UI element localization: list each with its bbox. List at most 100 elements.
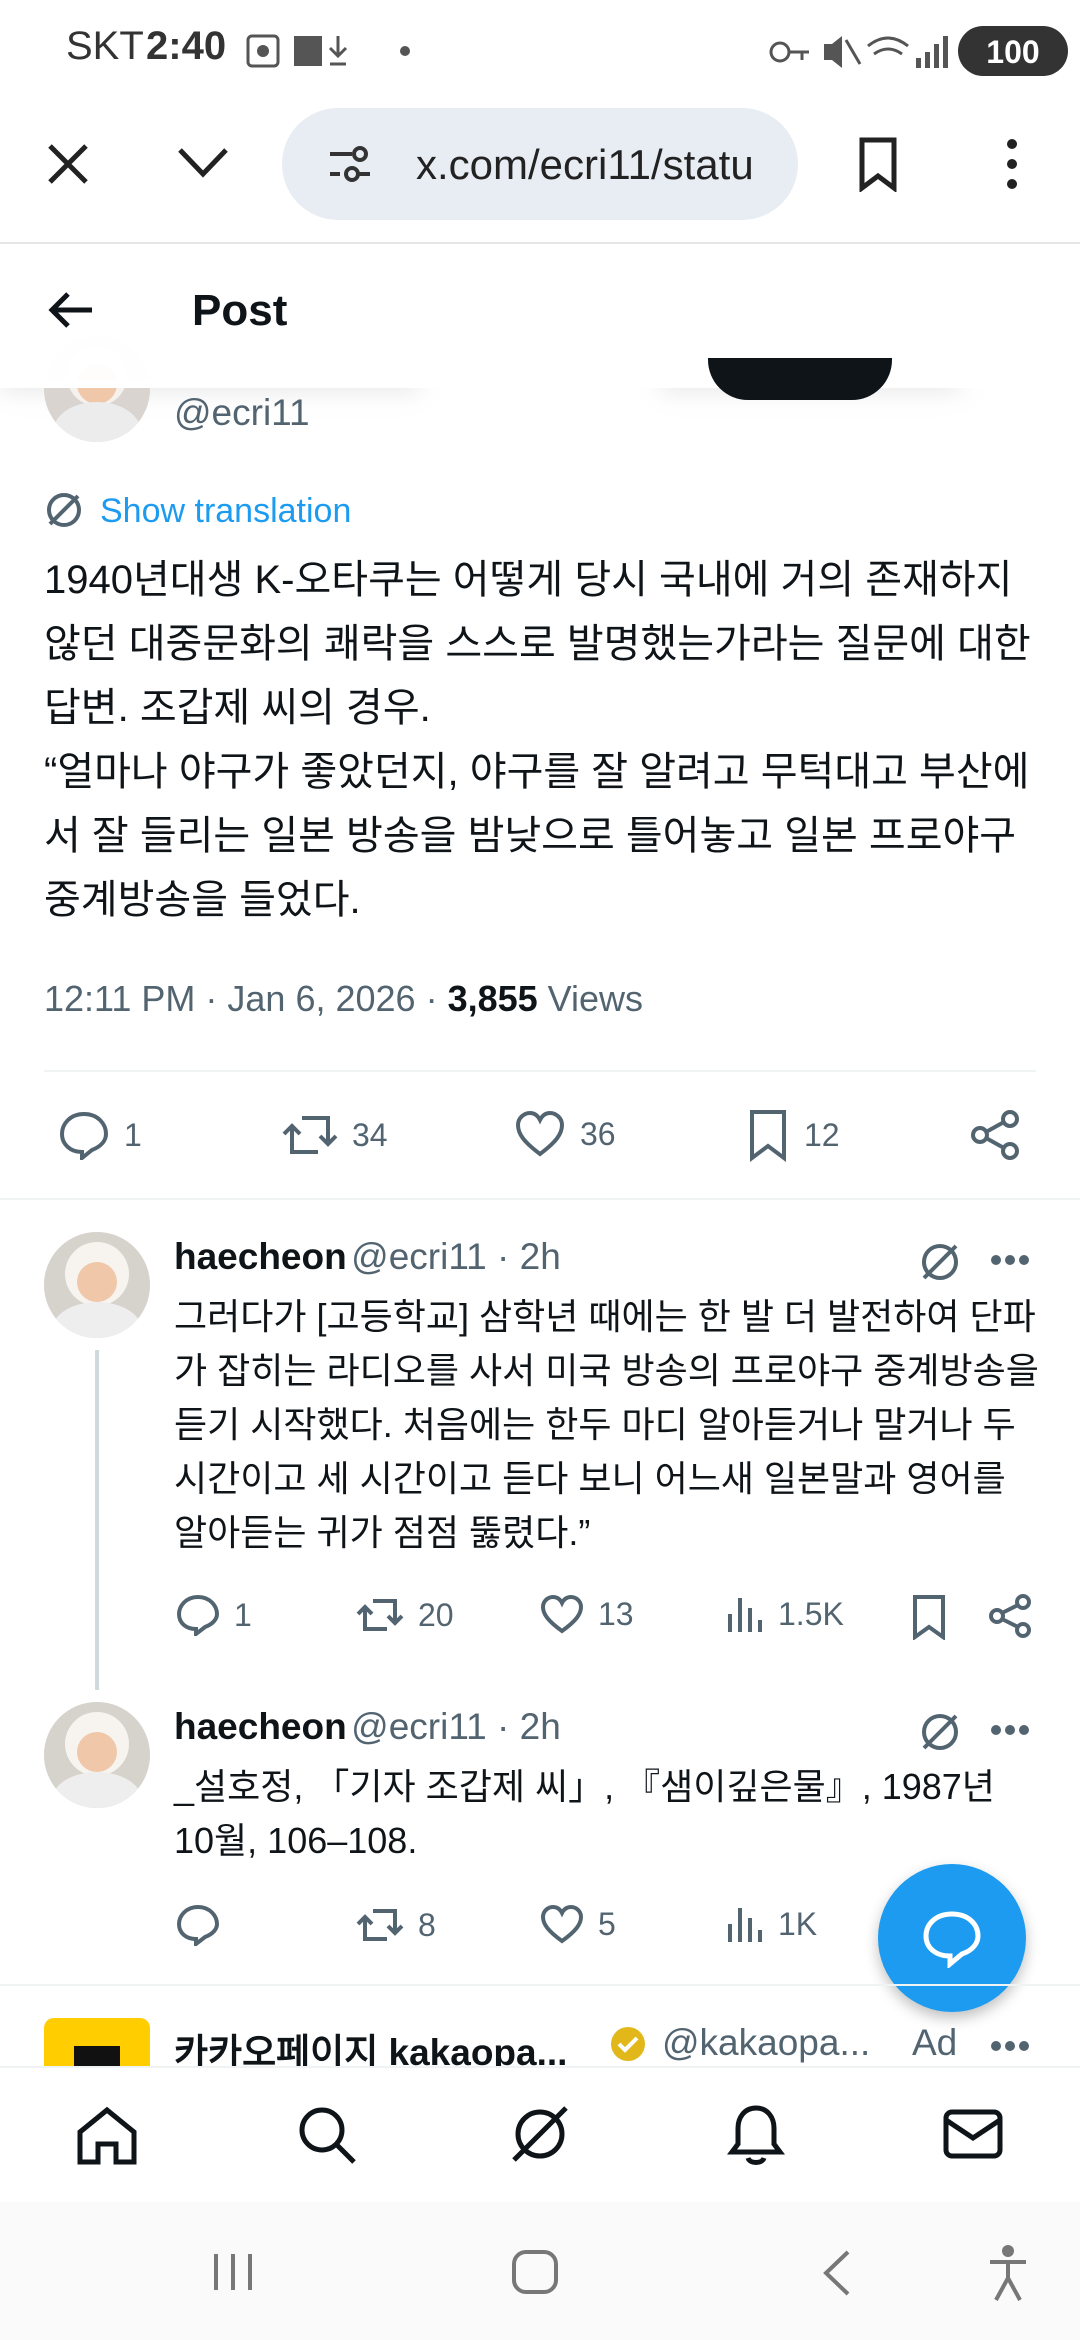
author-handle[interactable]: @ecri11 [174,392,310,434]
reply-author-handle[interactable]: @ecri11 · 2h [351,1236,561,1277]
ad-label: Ad [912,2022,958,2063]
heart-icon [515,1110,565,1157]
views-button[interactable]: 1.5K [726,1594,844,1634]
accessibility-icon[interactable] [986,2244,1030,2302]
analytics-icon [728,1908,762,1942]
avatar-image [44,1702,150,1808]
header-mask [0,380,1080,388]
home-system-icon[interactable] [510,2248,560,2296]
repost-icon [356,1599,404,1631]
reply-author-handle[interactable]: @ecri11 · 2h [351,1706,561,1747]
share-icon[interactable] [970,1110,1020,1160]
system-status-icons [769,36,948,68]
browser-toolbar: x.com/ecri11/statu [0,100,1080,244]
grok-icon[interactable] [508,2102,572,2166]
repost-icon [282,1116,338,1154]
post-text: 1940년대생 K-오타쿠는 어떻게 당시 국내에 거의 존재하지 않던 대중문… [44,558,1031,922]
recent-apps-icon[interactable] [210,2250,256,2294]
reply-button[interactable]: 1 [58,1110,142,1160]
heart-icon [540,1594,584,1634]
system-navigation-bar [0,2202,1080,2340]
repost-button[interactable]: 34 [282,1110,388,1160]
back-arrow-icon[interactable] [46,288,96,332]
like-button[interactable]: 5 [540,1904,616,1944]
verified-badge-icon [611,2027,645,2061]
reply-count: 1 [124,1116,142,1153]
more-icon[interactable] [990,2040,1030,2052]
home-icon[interactable] [76,2106,138,2166]
close-icon[interactable] [44,140,92,188]
address-bar[interactable]: x.com/ecri11/statu [282,108,798,220]
reply-text: 그러다가 [고등학교] 삼학년 때에는 한 발 더 발전하여 단파가 잡히는 라… [174,1296,1039,1553]
clock: 2:40 [146,24,227,68]
like-button[interactable]: 36 [514,1110,616,1158]
reply-icon [176,1594,220,1636]
views-count: 1K [778,1905,818,1942]
carrier: SKT [66,24,144,68]
grok-icon[interactable] [918,1240,962,1284]
reply-header: haecheon @ecri11 · 2h [174,1706,561,1748]
bookmark-button[interactable]: 12 [746,1108,840,1162]
divider [44,1070,1036,1072]
repost-button[interactable]: 8 [356,1904,436,1946]
dot-icon [400,46,410,56]
follow-button[interactable] [708,358,892,400]
share-icon[interactable] [988,1594,1032,1638]
reply-author-name[interactable]: haecheon [174,1706,347,1747]
reply-author-name[interactable]: haecheon [174,1236,347,1277]
status-bar: SKT 2:40 100 [0,0,1080,100]
heart-icon [540,1904,584,1944]
more-icon[interactable] [990,1254,1030,1266]
grok-icon [47,493,81,527]
reply-count: 1 [234,1596,252,1633]
views-count: 3,855 [447,978,538,1019]
like-button[interactable]: 13 [540,1594,634,1634]
analytics-icon [728,1598,762,1632]
reply-text: _설호정, 「기자 조갑제 씨」, 『샘이깊은물』, 1987년 10월, 10… [174,1766,995,1861]
repost-count: 8 [418,1906,436,1943]
page-title: Post [192,286,288,335]
notifications-icon[interactable] [726,2102,786,2168]
post-meta: 12:11 PM · Jan 6, 2026 · 3,855 Views [44,978,643,1020]
reply-icon [176,1904,220,1946]
views-count: 1.5K [778,1595,844,1632]
ad-handle[interactable]: @kakaopa... [662,2022,870,2064]
avatar[interactable] [44,1232,150,1338]
repost-count: 20 [418,1596,454,1633]
post-timestamp: 12:11 PM · Jan 6, 2026 · [44,978,448,1019]
like-count: 5 [598,1905,616,1942]
notification-icons [246,34,348,68]
thread-line [95,1350,99,1690]
compose-reply-button[interactable] [878,1864,1026,2012]
reply-button[interactable]: 1 [176,1594,252,1636]
header-backdrop [0,244,1080,380]
avatar[interactable] [44,1702,150,1808]
like-count: 13 [598,1595,634,1632]
show-translation-link[interactable]: Show translation [100,492,351,531]
repost-button[interactable]: 20 [356,1594,454,1636]
divider [0,1984,1080,1986]
site-settings-icon[interactable] [326,144,374,186]
views-button[interactable]: 1K [726,1904,817,1944]
bookmark-count: 12 [804,1116,840,1153]
grok-icon[interactable] [918,1710,962,1754]
search-icon[interactable] [296,2104,358,2166]
reply-button[interactable] [176,1904,234,1946]
repost-count: 34 [352,1116,388,1153]
repost-icon [356,1909,404,1941]
ad-avatar[interactable] [44,2018,150,2066]
compose-reply-icon [923,1911,981,1968]
bookmark-page-icon[interactable] [856,136,900,192]
chevron-down-icon[interactable] [176,144,230,180]
back-system-icon[interactable] [820,2248,854,2298]
ad-logo [74,2046,120,2066]
bookmark-icon[interactable] [910,1594,948,1640]
views-label: Views [537,978,644,1019]
reply-header: haecheon @ecri11 · 2h [174,1236,561,1278]
messages-icon[interactable] [942,2108,1004,2160]
reply-icon [59,1111,109,1160]
divider [0,1198,1080,1200]
more-icon[interactable] [990,1724,1030,1736]
bottom-navigation [0,2066,1080,2204]
more-menu-icon[interactable] [1000,136,1024,192]
